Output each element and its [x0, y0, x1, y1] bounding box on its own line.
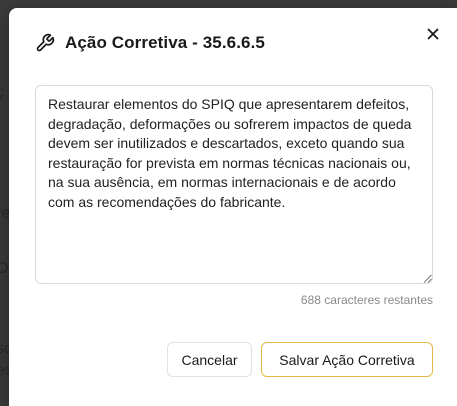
- wrench-icon: [35, 33, 55, 53]
- background-fragment-1: ç: [0, 84, 4, 101]
- dialog-header: Ação Corretiva - 35.6.6.5: [35, 30, 265, 56]
- background-fragment-3: O: [0, 260, 9, 277]
- close-icon: [427, 28, 439, 40]
- dialog-title: Ação Corretiva - 35.6.6.5: [65, 33, 265, 52]
- corrective-action-textarea[interactable]: Restaurar elementos do SPIQ que apresent…: [35, 85, 433, 284]
- cancel-button[interactable]: Cancelar: [167, 342, 252, 377]
- close-button[interactable]: [423, 24, 443, 44]
- corrective-action-dialog: Ação Corretiva - 35.6.6.5 Restaurar elem…: [9, 8, 457, 406]
- resize-handle-icon[interactable]: [423, 274, 432, 283]
- save-corrective-action-button[interactable]: Salvar Ação Corretiva: [261, 342, 433, 377]
- character-counter: 688 caracteres restantes: [300, 293, 433, 307]
